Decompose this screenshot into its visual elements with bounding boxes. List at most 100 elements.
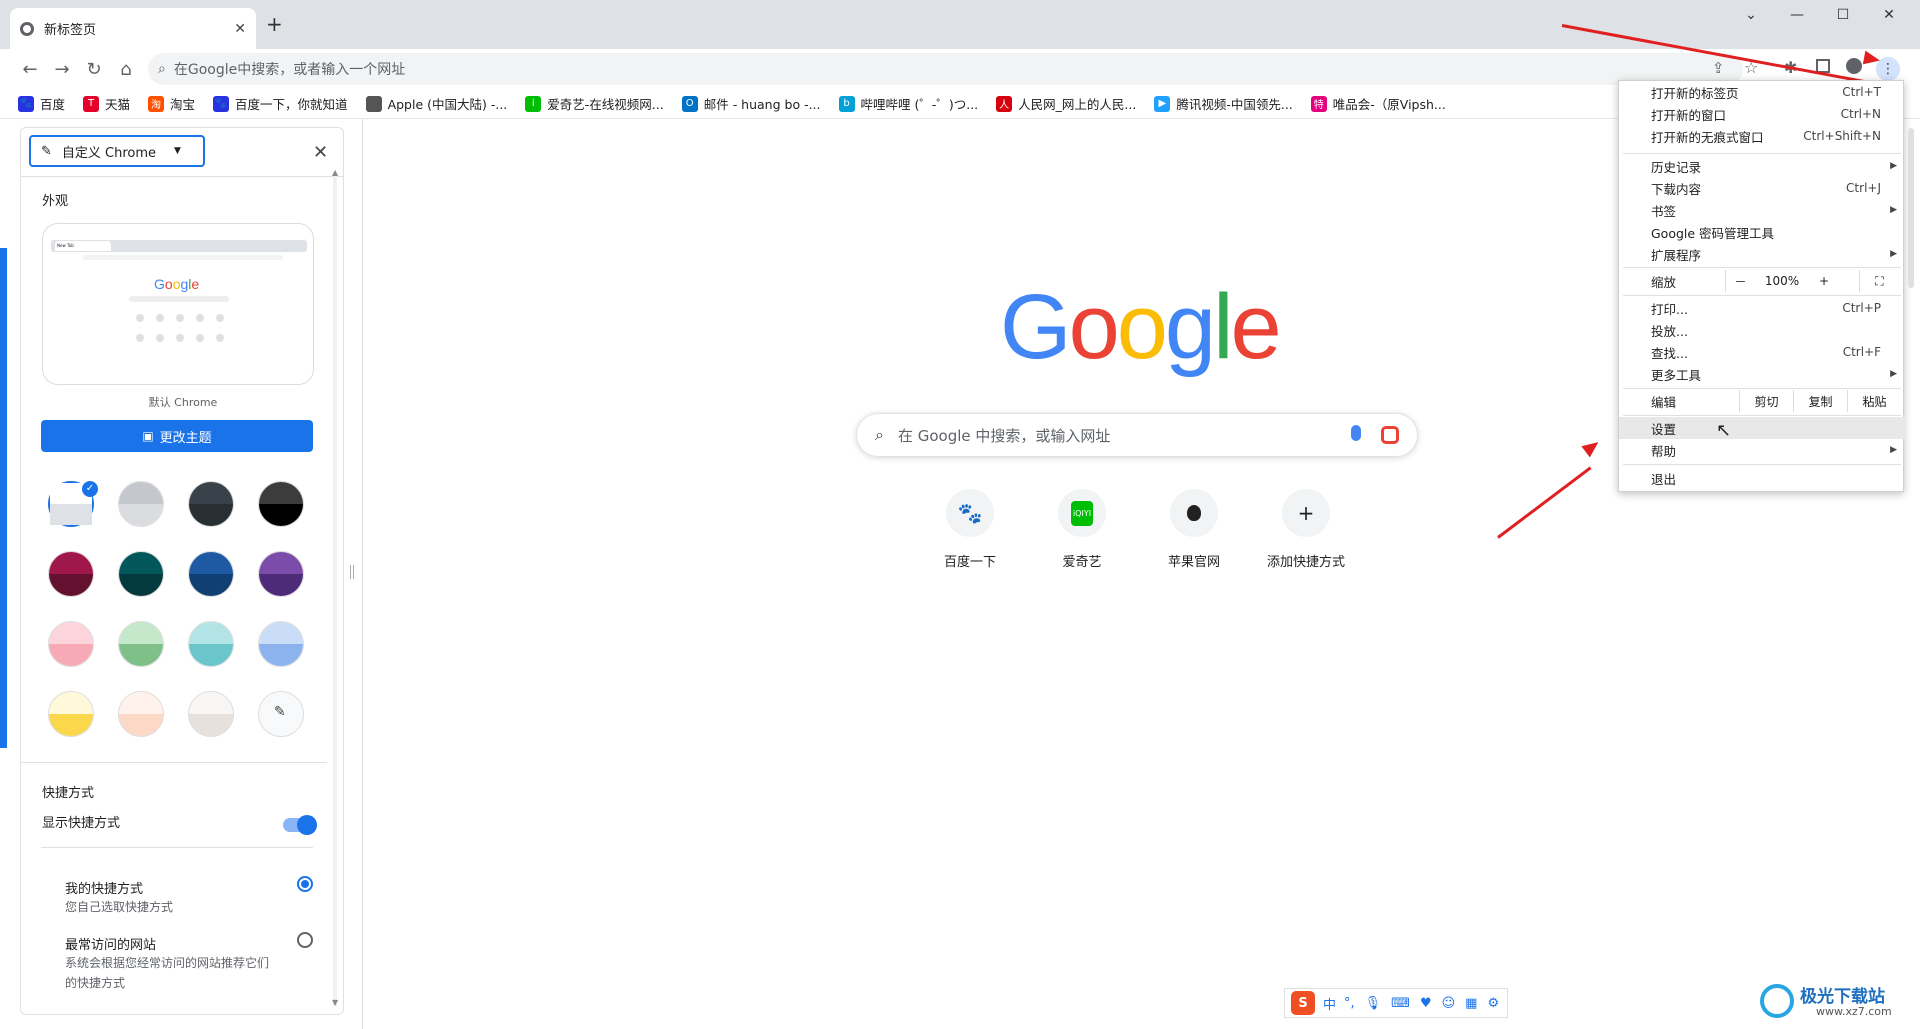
- microphone-icon[interactable]: [1351, 425, 1361, 441]
- panel-dropdown[interactable]: ✎ 自定义 Chrome ▼: [29, 135, 205, 167]
- resize-handle[interactable]: [350, 565, 354, 579]
- maximize-icon[interactable]: ☐: [1820, 0, 1866, 30]
- title-bar: 新标签页 ✕ + ⌄ — ☐ ✕: [0, 0, 1920, 49]
- new-tab-button[interactable]: +: [266, 12, 283, 36]
- menu-cast[interactable]: 投放...: [1619, 319, 1905, 341]
- bookmark-item[interactable]: T 天猫: [83, 94, 130, 113]
- active-tab[interactable]: 新标签页 ✕: [10, 8, 256, 49]
- panel-scrollbar[interactable]: ▲ ▼: [328, 168, 344, 1008]
- ntp-search-box[interactable]: ⌕ 在 Google 中搜索，或输入网址: [856, 413, 1418, 457]
- bookmark-item[interactable]: 🐾 百度一下，你就知道: [213, 94, 348, 113]
- panel-close-icon[interactable]: ✕: [313, 142, 328, 163]
- color-swatch[interactable]: [48, 691, 94, 737]
- forward-icon[interactable]: →: [46, 53, 78, 85]
- custom-color-picker[interactable]: ✎: [258, 691, 304, 737]
- zoom-out-button[interactable]: －: [1725, 270, 1755, 292]
- color-swatch[interactable]: [188, 621, 234, 667]
- image-icon: ▣: [142, 429, 154, 443]
- bookmark-item[interactable]: 特唯品会-（原Vipsh...: [1310, 94, 1446, 113]
- preview-shortcut-dot: [176, 334, 184, 342]
- paw-icon: 🐾: [213, 95, 230, 112]
- tab-close-icon[interactable]: ✕: [234, 21, 246, 37]
- bookmark-label: 哔哩哔哩 (゜-゜)つ...: [860, 97, 979, 112]
- change-theme-button[interactable]: ▣ 更改主题: [41, 420, 313, 452]
- menu-downloads[interactable]: 下载内容 Ctrl+J: [1619, 177, 1905, 199]
- color-swatch[interactable]: [258, 551, 304, 597]
- dropdown-arrow-icon: ▼: [174, 146, 181, 156]
- bookmark-label: 爱奇艺-在线视频网...: [547, 97, 664, 112]
- cut-button[interactable]: 剪切: [1739, 390, 1793, 412]
- annotation-arrowhead: [1581, 436, 1603, 458]
- home-icon[interactable]: ⌂: [110, 53, 142, 85]
- bookmark-item[interactable]: 淘淘宝: [148, 94, 195, 113]
- zoom-in-button[interactable]: +: [1809, 270, 1839, 292]
- bookmark-item[interactable]: i 爱奇艺-在线视频网...: [525, 94, 664, 113]
- most-visited-radio[interactable]: [297, 932, 313, 948]
- page-scrollbar[interactable]: [1908, 128, 1914, 288]
- back-icon[interactable]: ←: [14, 53, 46, 85]
- menu-new-window[interactable]: 打开新的窗口 Ctrl+N: [1619, 103, 1905, 125]
- menu-separator: [1623, 388, 1901, 389]
- menu-exit[interactable]: 退出: [1619, 467, 1905, 489]
- copy-button[interactable]: 复制: [1793, 390, 1847, 412]
- watermark-url: www.xz7.com: [1816, 1005, 1892, 1018]
- color-swatch[interactable]: [258, 481, 304, 527]
- iqiyi-icon: i: [525, 95, 542, 112]
- menu-history[interactable]: 历史记录 ▶: [1619, 155, 1905, 177]
- color-swatch[interactable]: [188, 691, 234, 737]
- menu-more-tools[interactable]: 更多工具 ▶: [1619, 363, 1905, 385]
- color-swatch[interactable]: ✓: [48, 481, 98, 527]
- ntp-shortcut[interactable]: iQIYI 爱奇艺: [1026, 489, 1138, 570]
- ntp-shortcut[interactable]: 🐾 百度一下: [914, 489, 1026, 570]
- color-swatch[interactable]: [118, 481, 164, 527]
- menu-extensions[interactable]: 扩展程序 ▶: [1619, 243, 1905, 265]
- chevron-down-icon[interactable]: ⌄: [1728, 0, 1774, 30]
- color-swatch[interactable]: [48, 551, 94, 597]
- paste-button[interactable]: 粘贴: [1847, 390, 1901, 412]
- reload-icon[interactable]: ↻: [78, 53, 110, 85]
- share-icon[interactable]: ⇪: [1712, 59, 1725, 77]
- color-swatch[interactable]: [258, 621, 304, 667]
- bookmark-item[interactable]: ▶ 腾讯视频-中国领先...: [1154, 94, 1293, 113]
- color-swatch[interactable]: [118, 551, 164, 597]
- bookmark-label: 百度: [40, 97, 66, 112]
- ntp-shortcut[interactable]: + 添加快捷方式: [1250, 489, 1362, 570]
- menu-incognito[interactable]: 打开新的无痕式窗口 Ctrl+Shift+N: [1619, 125, 1905, 147]
- eyedropper-icon: ✎: [274, 704, 286, 720]
- color-swatch[interactable]: [188, 481, 234, 527]
- bookmark-item[interactable]: 人人民网_网上的人民...: [996, 94, 1136, 113]
- minimize-icon[interactable]: —: [1774, 0, 1820, 30]
- bookmark-item[interactable]: O 邮件 - huang bo -...: [681, 94, 821, 113]
- lens-icon[interactable]: [1381, 426, 1399, 444]
- ime-mic-icon: 🎙: [1364, 995, 1382, 1011]
- keyboard-icon: ⌨: [1391, 995, 1410, 1011]
- address-bar[interactable]: ⌕ 在Google中搜索，或者输入一个网址: [148, 53, 1743, 85]
- menu-passwords[interactable]: Google 密码管理工具: [1619, 221, 1905, 243]
- color-swatch[interactable]: [118, 621, 164, 667]
- bookmark-item[interactable]: 🐾 百度: [18, 94, 65, 113]
- panel-separator: [362, 119, 363, 1029]
- show-shortcuts-toggle[interactable]: [283, 815, 317, 835]
- profile-icon[interactable]: [1846, 58, 1862, 74]
- bookmark-item[interactable]: Apple (中国大陆) -...: [365, 94, 507, 113]
- menu-new-tab[interactable]: 打开新的标签页 Ctrl+T: [1619, 81, 1905, 103]
- close-icon[interactable]: ✕: [1866, 0, 1912, 30]
- my-shortcuts-title: 我的快捷方式: [65, 882, 144, 897]
- bookmark-label: 邮件 - huang bo -...: [703, 97, 821, 112]
- most-visited-title: 最常访问的网站: [65, 938, 157, 953]
- menu-settings[interactable]: 设置: [1619, 417, 1905, 439]
- color-swatch[interactable]: [188, 551, 234, 597]
- bookmark-item[interactable]: b 哔哩哔哩 (゜-゜)つ...: [838, 94, 979, 113]
- show-shortcuts-label: 显示快捷方式: [42, 816, 121, 831]
- menu-find[interactable]: 查找... Ctrl+F: [1619, 341, 1905, 363]
- menu-help[interactable]: 帮助 ▶: [1619, 439, 1905, 461]
- menu-bookmarks[interactable]: 书签 ▶: [1619, 199, 1905, 221]
- ntp-shortcut[interactable]: 苹果官网: [1138, 489, 1250, 570]
- menu-print[interactable]: 打印... Ctrl+P: [1619, 297, 1905, 319]
- ime-toolbar[interactable]: S 中 °, 🎙 ⌨ ♥ ☺ ▦ ⚙: [1284, 988, 1508, 1018]
- fullscreen-icon[interactable]: ⛶: [1859, 270, 1899, 292]
- color-swatch[interactable]: [118, 691, 164, 737]
- color-swatch[interactable]: [48, 621, 94, 667]
- my-shortcuts-radio[interactable]: [297, 876, 313, 892]
- preview-tab: New Tab: [55, 241, 111, 251]
